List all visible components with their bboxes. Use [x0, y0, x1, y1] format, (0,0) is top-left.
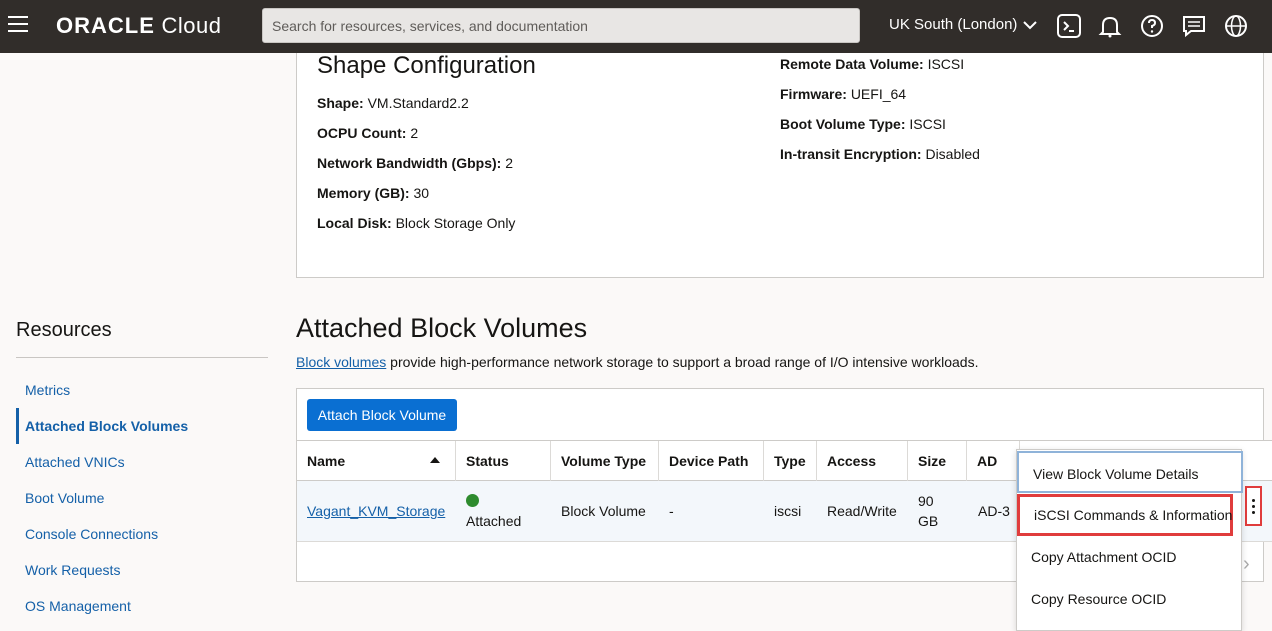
- menu-item-iscsi-commands[interactable]: iSCSI Commands & Information: [1017, 494, 1233, 536]
- oracle-cloud-logo[interactable]: ORACLE Cloud: [56, 13, 222, 39]
- sidebar-item-attached-vnics[interactable]: Attached VNICs: [25, 454, 125, 470]
- logo-oracle-text: ORACLE: [56, 13, 155, 38]
- field-key: Local Disk:: [317, 215, 392, 231]
- field-key: Remote Data Volume:: [780, 56, 924, 72]
- size-cell-value: 90: [918, 493, 934, 509]
- sidebar-item-console-connections[interactable]: Console Connections: [25, 526, 158, 542]
- sidebar-item-attached-block-volumes[interactable]: Attached Block Volumes: [25, 418, 188, 434]
- field-value: 2: [505, 155, 514, 171]
- shape-configuration-title: Shape Configuration: [317, 52, 536, 79]
- resources-title: Resources: [16, 319, 112, 341]
- field-value: ISCSI: [909, 116, 946, 132]
- sort-ascending-icon[interactable]: [430, 457, 440, 463]
- field-value: Block Storage Only: [395, 215, 516, 231]
- column-header-type[interactable]: Type: [764, 441, 817, 481]
- sidebar-item-boot-volume[interactable]: Boot Volume: [25, 490, 104, 506]
- field-value: 2: [410, 125, 419, 141]
- local-disk-field: Local Disk: Block Storage Only: [317, 215, 515, 231]
- block-volumes-link[interactable]: Block volumes: [296, 354, 386, 370]
- cloud-shell-icon[interactable]: [1056, 13, 1082, 39]
- field-value: VM.Standard2.2: [367, 95, 469, 111]
- field-key: In-transit Encryption:: [780, 146, 922, 162]
- search-input[interactable]: [262, 8, 860, 43]
- shape-field: Shape: VM.Standard2.2: [317, 95, 469, 111]
- pagination-next-icon[interactable]: ›: [1243, 553, 1250, 576]
- menu-item-copy-attachment-ocid[interactable]: Copy Attachment OCID: [1017, 536, 1243, 578]
- chevron-down-icon: [1023, 20, 1038, 29]
- sidebar-item-metrics[interactable]: Metrics: [25, 382, 70, 398]
- language-globe-icon[interactable]: [1223, 13, 1249, 39]
- row-actions-kebab-icon[interactable]: [1245, 486, 1262, 526]
- attached-block-volumes-description: Block volumes provide high-performance n…: [296, 354, 978, 370]
- field-key: Memory (GB):: [317, 185, 410, 201]
- field-value: 30: [413, 185, 430, 201]
- column-header-access[interactable]: Access: [817, 441, 908, 481]
- feedback-chat-icon[interactable]: [1181, 13, 1207, 39]
- sidebar-item-os-management[interactable]: OS Management: [25, 598, 131, 614]
- field-key: Shape:: [317, 95, 364, 111]
- access-cell: Read/Write: [827, 503, 897, 519]
- column-header-ad[interactable]: AD: [967, 441, 1020, 481]
- field-value: ISCSI: [927, 56, 965, 72]
- logo-cloud-text: Cloud: [161, 13, 222, 38]
- region-label: UK South (London): [889, 16, 1018, 33]
- region-selector[interactable]: UK South (London): [889, 16, 1038, 33]
- firmware-field: Firmware: UEFI_64: [780, 86, 906, 102]
- boot-volume-type-field: Boot Volume Type: ISCSI: [780, 116, 946, 132]
- field-key: Firmware:: [780, 86, 847, 102]
- field-value: UEFI_64: [850, 86, 907, 102]
- row-actions-menu: View Block Volume Details iSCSI Commands…: [1016, 449, 1243, 631]
- status-cell: Attached: [466, 513, 522, 529]
- ad-cell: AD-3: [978, 503, 1010, 519]
- status-attached-icon: [466, 494, 479, 507]
- attached-block-volumes-title: Attached Block Volumes: [296, 313, 588, 343]
- attach-block-volume-button[interactable]: Attach Block Volume: [307, 399, 457, 431]
- resources-divider: [16, 357, 268, 358]
- field-key: Network Bandwidth (Gbps):: [317, 155, 502, 171]
- active-indicator: [16, 408, 19, 444]
- column-header-size[interactable]: Size: [908, 441, 967, 481]
- description-text: provide high-performance network storage…: [386, 354, 979, 370]
- column-header-volume-type[interactable]: Volume Type: [551, 441, 659, 481]
- remote-data-volume-field: Remote Data Volume: ISCSI: [780, 56, 964, 72]
- help-icon[interactable]: [1139, 13, 1165, 39]
- field-key: OCPU Count:: [317, 125, 407, 141]
- field-value: Disabled: [925, 146, 980, 162]
- column-header-device-path[interactable]: Device Path: [659, 441, 764, 481]
- network-bandwidth-field: Network Bandwidth (Gbps): 2: [317, 155, 513, 171]
- hamburger-menu-icon[interactable]: [8, 16, 28, 36]
- type-cell: iscsi: [774, 503, 802, 519]
- sidebar-item-work-requests[interactable]: Work Requests: [25, 562, 120, 578]
- volume-name-link[interactable]: Vagant_KVM_Storage: [307, 503, 445, 519]
- memory-field: Memory (GB): 30: [317, 185, 429, 201]
- menu-item-view-block-volume-details[interactable]: View Block Volume Details: [1017, 451, 1243, 493]
- field-key: Boot Volume Type:: [780, 116, 906, 132]
- device-path-cell: -: [669, 503, 674, 519]
- ocpu-count-field: OCPU Count: 2: [317, 125, 418, 141]
- in-transit-encryption-field: In-transit Encryption: Disabled: [780, 146, 980, 162]
- volume-type-cell: Block Volume: [561, 503, 646, 519]
- menu-item-copy-resource-ocid[interactable]: Copy Resource OCID: [1017, 578, 1243, 620]
- top-navigation-bar: ORACLE Cloud UK South (London): [0, 0, 1272, 53]
- column-header-status[interactable]: Status: [456, 441, 551, 481]
- size-cell-unit: GB: [918, 513, 939, 529]
- volume-name-cell: Vagant_KVM_Storage: [307, 503, 445, 519]
- notifications-bell-icon[interactable]: [1097, 13, 1123, 39]
